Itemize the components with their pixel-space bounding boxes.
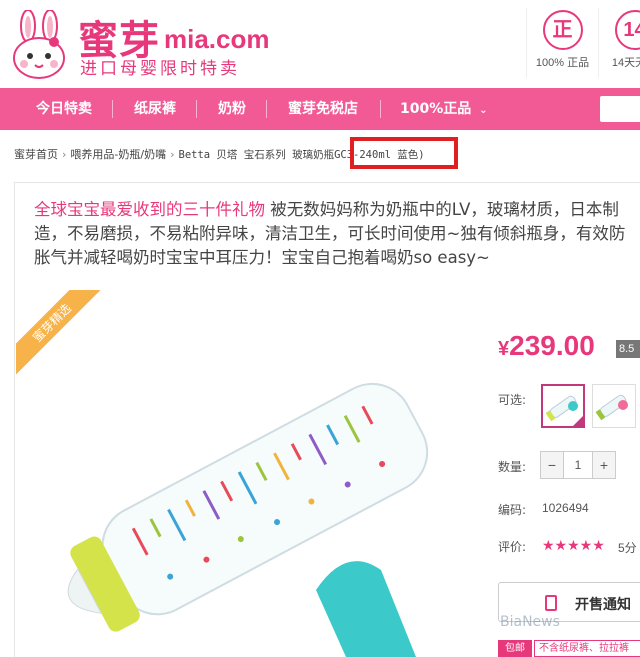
badge-authentic-text: 100% 正品 bbox=[535, 57, 590, 69]
shipping-note: 不含纸尿裤、拉拉裤 bbox=[534, 640, 640, 657]
badge-authentic: 正 100% 正品 bbox=[526, 8, 598, 78]
rating-label: 评价: bbox=[498, 540, 527, 554]
product-code: 1026494 bbox=[542, 501, 589, 515]
product-price: ¥239.00 bbox=[498, 330, 595, 362]
header: 蜜芽mia.com 进口母婴限时特卖 正 100% 正品 14 14天无理 bbox=[0, 0, 640, 88]
watermark: BiaNews bbox=[500, 614, 560, 630]
discount-badge: 8.5 bbox=[616, 340, 640, 358]
nav-item-authentic[interactable]: 100%正品 ⌄ bbox=[400, 88, 488, 130]
quantity-decrement-button[interactable]: − bbox=[541, 452, 563, 478]
breadcrumb-separator-icon: › bbox=[62, 148, 67, 161]
bottle-thumbnail-icon bbox=[595, 394, 628, 421]
main-nav: 今日特卖 纸尿裤 奶粉 蜜芽免税店 100%正品 ⌄ bbox=[0, 88, 640, 130]
quantity-input[interactable]: 1 bbox=[563, 452, 593, 478]
nav-divider bbox=[112, 100, 113, 118]
sale-notify-label: 开售通知 bbox=[575, 597, 631, 613]
quantity-stepper[interactable]: − 1 + bbox=[540, 451, 616, 479]
nav-item-authentic-label: 100%正品 bbox=[400, 101, 472, 117]
page: 蜜芽mia.com 进口母婴限时特卖 正 100% 正品 14 14天无理 今日… bbox=[0, 0, 640, 657]
annotation-highlight-box bbox=[350, 137, 458, 169]
return-days-icon: 14 bbox=[614, 10, 640, 50]
price-value: 239.00 bbox=[509, 330, 595, 361]
free-shipping-tag: 包邮 bbox=[498, 640, 532, 657]
breadcrumb-category[interactable]: 喂养用品-奶瓶/奶嘴 bbox=[70, 148, 166, 161]
code-label: 编码: bbox=[498, 503, 527, 517]
phone-icon bbox=[545, 595, 557, 611]
baby-bottle-image bbox=[67, 382, 429, 657]
breadcrumb-separator-icon: › bbox=[170, 148, 175, 161]
quantity-increment-button[interactable]: + bbox=[593, 452, 615, 478]
nav-item-formula[interactable]: 奶粉 bbox=[218, 88, 246, 130]
rating-score: 5分 bbox=[618, 541, 637, 555]
promo-text: 全球宝宝最爱收到的三十件礼物 被无数妈妈称为奶瓶中的LV，玻璃材质，日本制造，不… bbox=[34, 198, 634, 270]
quantity-label: 数量: bbox=[498, 460, 527, 474]
breadcrumb-home[interactable]: 蜜芽首页 bbox=[14, 148, 58, 161]
currency-symbol: ¥ bbox=[498, 338, 510, 360]
brand-slogan: 进口母婴限时特卖 bbox=[80, 59, 240, 79]
option-label: 可选: bbox=[498, 393, 527, 407]
breadcrumb-product: Betta 贝塔 宝石系列 玻璃奶瓶 bbox=[178, 149, 335, 161]
bunny-logo-icon[interactable] bbox=[10, 9, 70, 80]
nav-divider bbox=[196, 100, 197, 118]
product-image[interactable]: 蜜芽精选 bbox=[16, 290, 478, 657]
nav-item-today-deals[interactable]: 今日特卖 bbox=[36, 88, 92, 130]
promo-highlight[interactable]: 全球宝宝最爱收到的三十件礼物 bbox=[34, 200, 265, 219]
selected-check-icon bbox=[571, 414, 585, 428]
trust-badges: 正 100% 正品 14 14天无理 bbox=[526, 8, 640, 78]
badge-return-text: 14天无理 bbox=[611, 57, 640, 69]
option-blue-bottle[interactable] bbox=[541, 384, 585, 428]
option-pink-bottle[interactable] bbox=[592, 384, 636, 428]
search-input[interactable] bbox=[600, 96, 640, 122]
chevron-down-icon: ⌄ bbox=[479, 105, 488, 116]
brand-name-en: mia.com bbox=[164, 24, 270, 54]
nav-divider bbox=[266, 100, 267, 118]
nav-item-diapers[interactable]: 纸尿裤 bbox=[134, 88, 176, 130]
nav-item-duty-free[interactable]: 蜜芽免税店 bbox=[288, 88, 358, 130]
authentic-icon: 正 bbox=[542, 10, 583, 50]
rating-stars-icon: ★★★★★ bbox=[542, 537, 605, 553]
badge-return: 14 14天无理 bbox=[598, 8, 640, 78]
nav-divider bbox=[380, 100, 381, 118]
